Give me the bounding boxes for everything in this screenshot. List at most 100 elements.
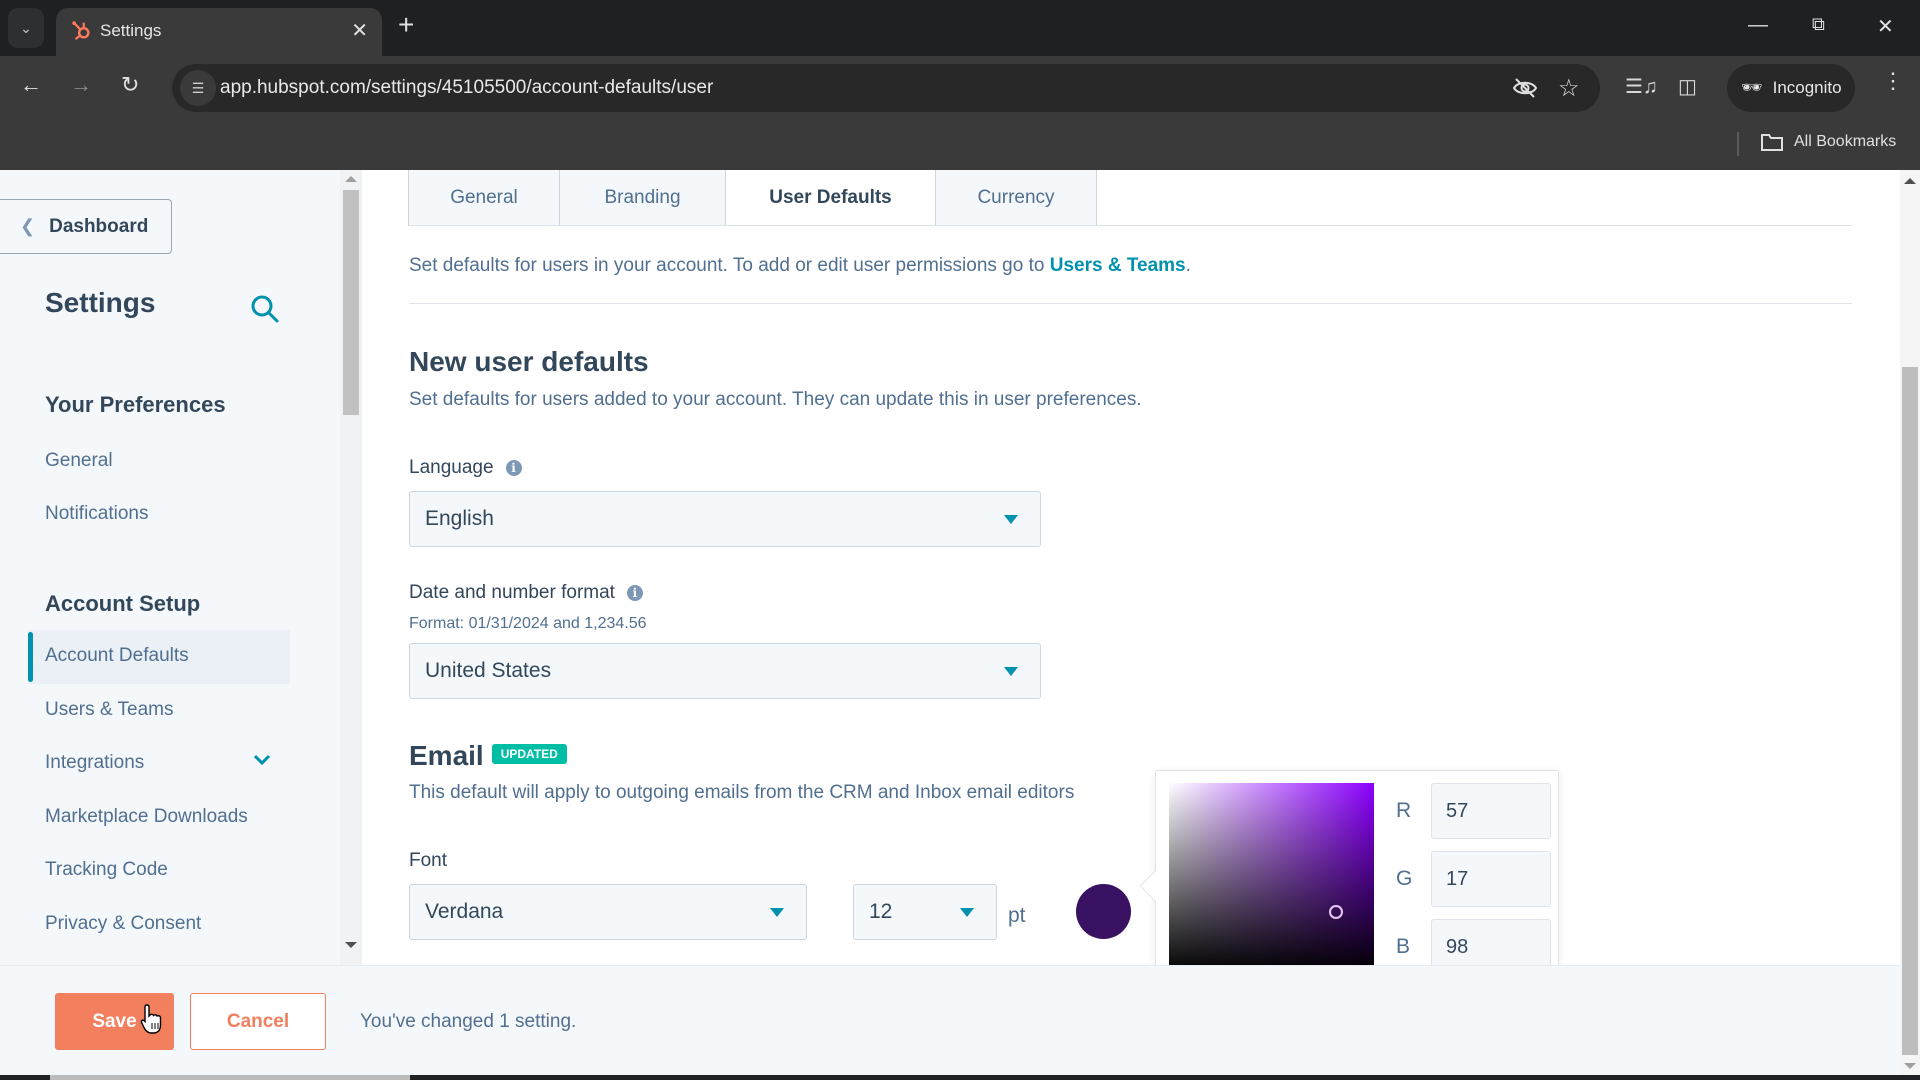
- tab-branding[interactable]: Branding: [559, 170, 726, 226]
- sidebar-item-general[interactable]: General: [45, 450, 113, 472]
- star-icon[interactable]: ☆: [1558, 74, 1580, 103]
- intro-text-body: Set defaults for users in your account. …: [409, 255, 1050, 276]
- minimize-icon[interactable]: —: [1748, 14, 1768, 37]
- sidebar-item-privacy-consent[interactable]: Privacy & Consent: [45, 913, 201, 935]
- scroll-down-arrow[interactable]: [345, 942, 357, 948]
- font-value: Verdana: [425, 900, 504, 923]
- horizontal-scrollbar-thumb[interactable]: [50, 1075, 410, 1080]
- font-size-unit: pt: [1008, 904, 1026, 927]
- all-bookmarks-button[interactable]: All Bookmarks: [1760, 132, 1896, 152]
- reload-icon[interactable]: ↻: [121, 74, 139, 96]
- section-heading-new-user-defaults: New user defaults: [409, 346, 649, 377]
- caret-down-icon: [770, 908, 784, 917]
- cancel-button[interactable]: Cancel: [190, 993, 326, 1050]
- format-hint: Format: 01/31/2024 and 1,234.56: [409, 615, 647, 632]
- email-description: This default will apply to outgoing emai…: [409, 782, 1075, 803]
- taskbar-edge: [0, 1075, 1920, 1080]
- side-panel-icon[interactable]: ◫: [1678, 74, 1697, 99]
- sidebar-item-notifications[interactable]: Notifications: [45, 503, 149, 525]
- section-description: Set defaults for users added to your acc…: [409, 389, 1142, 410]
- playlist-icon[interactable]: ☰♫: [1625, 74, 1658, 99]
- close-icon[interactable]: ✕: [351, 18, 368, 43]
- tune-icon[interactable]: ☰: [180, 70, 216, 106]
- font-size-select[interactable]: 12: [853, 884, 997, 940]
- saturation-value-area[interactable]: [1169, 783, 1374, 973]
- divider: [409, 225, 1852, 226]
- language-label-text: Language: [409, 457, 494, 478]
- tab-search-button[interactable]: ⌄: [8, 8, 44, 48]
- page: ❮ Dashboard Settings Your Preferences Ge…: [0, 170, 1920, 1080]
- info-icon[interactable]: i: [626, 585, 643, 601]
- folder-icon: [1761, 134, 1783, 151]
- arrow-right-icon[interactable]: →: [70, 74, 92, 96]
- language-select[interactable]: English: [409, 491, 1041, 547]
- kebab-icon[interactable]: ⋮: [1882, 68, 1904, 94]
- color-handle[interactable]: [1329, 905, 1343, 919]
- change-status: You've changed 1 setting.: [360, 1011, 577, 1032]
- save-bar: Save Cancel You've changed 1 setting.: [0, 965, 1900, 1075]
- main-content: General Branding User Defaults Currency …: [362, 170, 1900, 975]
- blue-label: B: [1396, 935, 1411, 958]
- arrow-left-icon[interactable]: ←: [20, 74, 42, 96]
- info-icon[interactable]: i: [505, 460, 522, 476]
- plus-icon[interactable]: +: [398, 10, 414, 40]
- font-size-value: 12: [869, 900, 893, 923]
- all-bookmarks-label: All Bookmarks: [1794, 133, 1897, 150]
- sidebar-scrollbar[interactable]: [340, 170, 362, 965]
- chevron-down-icon: ⌄: [20, 19, 32, 36]
- settings-sidebar: ❮ Dashboard Settings Your Preferences Ge…: [0, 170, 340, 965]
- updated-badge: UPDATED: [491, 743, 567, 764]
- caret-down-icon: [1004, 667, 1018, 676]
- sidebar-item-users-teams[interactable]: Users & Teams: [45, 699, 173, 721]
- sidebar-item-marketplace-downloads[interactable]: Marketplace Downloads: [45, 806, 248, 828]
- tab-general[interactable]: General: [408, 170, 560, 226]
- users-teams-link[interactable]: Users & Teams: [1050, 255, 1186, 276]
- eye-off-icon[interactable]: [1512, 76, 1538, 100]
- font-label-text: Font: [409, 850, 448, 871]
- language-value: English: [425, 507, 494, 530]
- date-format-select[interactable]: United States: [409, 643, 1041, 699]
- tab-user-defaults[interactable]: User Defaults: [725, 170, 936, 226]
- intro-text: Set defaults for users in your account. …: [409, 255, 1191, 277]
- url-text[interactable]: app.hubspot.com/settings/45105500/accoun…: [220, 77, 713, 99]
- caret-down-icon: [960, 908, 974, 917]
- red-input[interactable]: 57: [1431, 783, 1551, 839]
- sidebar-item-integrations[interactable]: Integrations: [45, 752, 144, 774]
- tab-currency[interactable]: Currency: [935, 170, 1097, 226]
- sidebar-item-account-defaults[interactable]: Account Defaults: [45, 645, 189, 667]
- back-to-dashboard-button[interactable]: ❮ Dashboard: [0, 199, 172, 254]
- date-format-label: Date and number format i: [409, 582, 643, 604]
- main-scrollbar[interactable]: [1900, 170, 1920, 1080]
- chevron-left-icon: ❮: [20, 216, 36, 236]
- font-color-swatch[interactable]: [1076, 884, 1131, 939]
- browser-tab[interactable]: Settings ✕: [56, 8, 382, 56]
- search-icon[interactable]: [250, 294, 280, 324]
- hand-cursor-icon: [140, 1004, 162, 1034]
- scroll-down-arrow[interactable]: [1904, 1063, 1916, 1069]
- divider: [409, 303, 1852, 304]
- scroll-up-arrow[interactable]: [1904, 178, 1916, 184]
- green-input[interactable]: 17: [1431, 851, 1551, 907]
- scroll-up-arrow[interactable]: [345, 176, 357, 182]
- restore-icon[interactable]: ⧉: [1812, 14, 1825, 35]
- popover-arrow: [1139, 870, 1171, 902]
- email-heading-text: Email: [409, 740, 484, 771]
- tab-title: Settings: [100, 21, 162, 40]
- green-label: G: [1396, 867, 1413, 890]
- intro-text-end: .: [1185, 255, 1191, 276]
- incognito-indicator[interactable]: 🕶 Incognito: [1727, 64, 1855, 112]
- scrollbar-thumb[interactable]: [343, 190, 359, 415]
- date-format-label-text: Date and number format: [409, 582, 615, 603]
- address-bar[interactable]: ☰ app.hubspot.com/settings/45105500/acco…: [172, 64, 1600, 112]
- section-heading-your-preferences: Your Preferences: [45, 392, 226, 417]
- window-close-icon[interactable]: ✕: [1877, 14, 1894, 39]
- chevron-down-icon[interactable]: [252, 753, 272, 767]
- sidebar-item-tracking-code[interactable]: Tracking Code: [45, 859, 168, 881]
- language-label: Language i: [409, 457, 522, 479]
- caret-down-icon: [1004, 515, 1018, 524]
- scrollbar-thumb[interactable]: [1902, 367, 1918, 1055]
- font-select[interactable]: Verdana: [409, 884, 807, 940]
- bookmarks-bar: All Bookmarks: [0, 120, 1920, 170]
- hubspot-sprocket-icon: [72, 21, 90, 41]
- active-item-indicator: [28, 632, 33, 682]
